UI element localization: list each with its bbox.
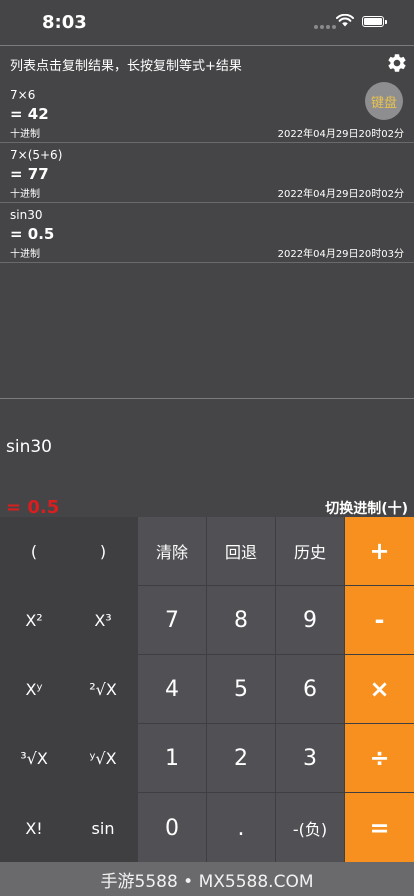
history-timestamp: 2022年04月29日20时02分 (277, 129, 404, 140)
history-timestamp: 2022年04月29日20时02分 (277, 189, 404, 200)
history-item[interactable]: sin30 = 0.5 十进制 2022年04月29日20时03分 (0, 203, 414, 263)
sin-key[interactable]: sin (69, 793, 137, 863)
current-expression: sin30 (6, 437, 52, 457)
negate-key[interactable]: -(负) (276, 793, 344, 863)
power-key[interactable]: Xʸ (0, 655, 68, 723)
history-timestamp: 2022年04月29日20时03分 (277, 249, 404, 260)
close-paren-key[interactable]: ) (69, 517, 137, 585)
factorial-key[interactable]: X! (0, 793, 68, 863)
multiply-key[interactable]: × (345, 655, 414, 723)
digit-0-key[interactable]: 0 (138, 793, 206, 863)
status-time: 8:03 (42, 12, 87, 33)
keypad: ( ) 清除 回退 历史 + X² X³ 7 8 9 - Xʸ ²√X 4 5 … (0, 517, 414, 863)
digit-3-key[interactable]: 3 (276, 724, 344, 792)
digit-1-key[interactable]: 1 (138, 724, 206, 792)
history-base: 十进制 (10, 129, 40, 140)
current-result: = 0.5 (6, 497, 60, 518)
digit-9-key[interactable]: 9 (276, 586, 344, 654)
square-key[interactable]: X² (0, 586, 68, 654)
base-switch-button[interactable]: 切换进制(十) (325, 498, 408, 518)
watermark-banner: 手游5588 • MX5588.COM (0, 862, 414, 896)
square-root-key[interactable]: ²√X (69, 655, 137, 723)
history-base: 十进制 (10, 189, 40, 200)
history-expression: 7×6 (10, 88, 36, 102)
cube-root-key[interactable]: ³√X (0, 724, 68, 792)
digit-4-key[interactable]: 4 (138, 655, 206, 723)
decimal-point-key[interactable]: . (207, 793, 275, 863)
digit-2-key[interactable]: 2 (207, 724, 275, 792)
history-result: = 42 (10, 105, 49, 123)
history-item[interactable]: 7×6 = 42 十进制 2022年04月29日20时02分 (0, 83, 414, 143)
open-paren-key[interactable]: ( (0, 517, 68, 585)
backspace-key[interactable]: 回退 (207, 517, 275, 585)
wifi-icon (336, 14, 354, 27)
history-hint: 列表点击复制结果，长按复制等式+结果 (10, 59, 242, 74)
history-result: = 77 (10, 165, 49, 183)
equals-key[interactable]: = (345, 793, 414, 863)
history-result: = 0.5 (10, 225, 55, 243)
gear-icon[interactable] (386, 52, 408, 74)
digit-8-key[interactable]: 8 (207, 586, 275, 654)
digit-5-key[interactable]: 5 (207, 655, 275, 723)
digit-7-key[interactable]: 7 (138, 586, 206, 654)
history-expression: 7×(5+6) (10, 148, 63, 162)
history-key[interactable]: 历史 (276, 517, 344, 585)
input-divider (0, 398, 414, 399)
header-divider (0, 45, 414, 46)
plus-key[interactable]: + (345, 517, 414, 585)
digit-6-key[interactable]: 6 (276, 655, 344, 723)
history-base: 十进制 (10, 249, 40, 260)
clear-key[interactable]: 清除 (138, 517, 206, 585)
history-item[interactable]: 7×(5+6) = 77 十进制 2022年04月29日20时02分 (0, 143, 414, 203)
battery-icon (362, 16, 387, 27)
keyboard-button[interactable]: 键盘 (365, 82, 403, 120)
minus-key[interactable]: - (345, 586, 414, 654)
cube-key[interactable]: X³ (69, 586, 137, 654)
status-bar: 8:03 (0, 0, 414, 46)
history-expression: sin30 (10, 208, 43, 222)
nth-root-key[interactable]: ʸ√X (69, 724, 137, 792)
divide-key[interactable]: ÷ (345, 724, 414, 792)
signal-icon (314, 25, 336, 31)
